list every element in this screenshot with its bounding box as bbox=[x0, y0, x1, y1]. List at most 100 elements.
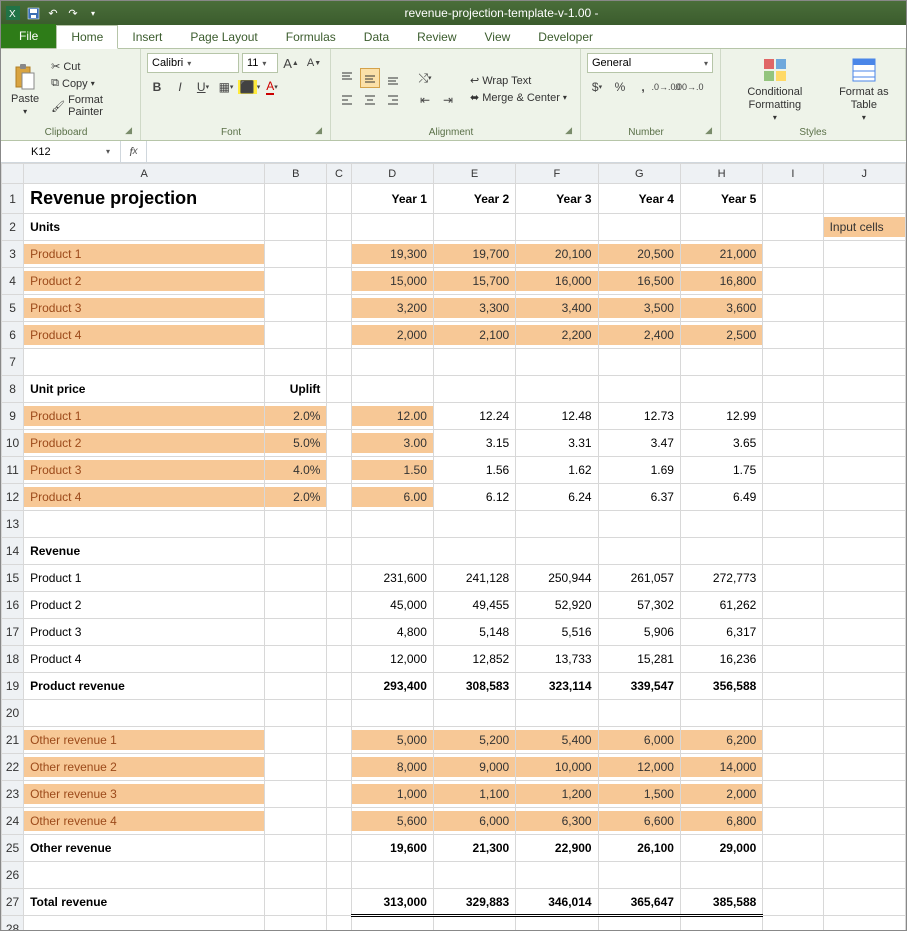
cell[interactable] bbox=[327, 700, 351, 727]
dialog-launcher-icon[interactable]: ◢ bbox=[125, 125, 134, 138]
cell[interactable]: Product 4 bbox=[24, 484, 265, 511]
cell[interactable]: 5,200 bbox=[433, 727, 515, 754]
percent-format-button[interactable]: % bbox=[610, 77, 630, 97]
cell[interactable]: 329,883 bbox=[433, 889, 515, 916]
cell[interactable] bbox=[327, 268, 351, 295]
cell[interactable]: 308,583 bbox=[433, 673, 515, 700]
col-header[interactable]: A bbox=[24, 164, 265, 184]
format-as-table-button[interactable]: Format as Table▾ bbox=[829, 54, 899, 123]
cell[interactable] bbox=[823, 184, 905, 214]
cell[interactable] bbox=[265, 322, 327, 349]
merge-center-button[interactable]: ⬌Merge & Center▾ bbox=[468, 90, 569, 105]
cell[interactable]: 5,148 bbox=[433, 619, 515, 646]
cell[interactable] bbox=[265, 700, 327, 727]
cell[interactable]: 12.24 bbox=[433, 403, 515, 430]
cell[interactable]: 3,300 bbox=[433, 295, 515, 322]
cell[interactable] bbox=[265, 538, 327, 565]
col-header[interactable]: H bbox=[680, 164, 762, 184]
cell[interactable] bbox=[763, 376, 823, 403]
cell[interactable]: 313,000 bbox=[351, 889, 433, 916]
cell[interactable] bbox=[763, 268, 823, 295]
cell[interactable] bbox=[433, 862, 515, 889]
cell[interactable]: 15,000 bbox=[351, 268, 433, 295]
dialog-launcher-icon[interactable]: ◢ bbox=[315, 125, 324, 138]
cell[interactable] bbox=[327, 592, 351, 619]
cell[interactable] bbox=[327, 673, 351, 700]
cell[interactable] bbox=[516, 376, 598, 403]
cell[interactable] bbox=[823, 430, 905, 457]
cell[interactable]: Other revenue 1 bbox=[24, 727, 265, 754]
cell[interactable] bbox=[763, 565, 823, 592]
cell[interactable] bbox=[763, 457, 823, 484]
save-icon[interactable] bbox=[25, 5, 41, 21]
row-header[interactable]: 5 bbox=[2, 295, 24, 322]
cell[interactable] bbox=[351, 862, 433, 889]
cell[interactable]: 3.00 bbox=[351, 430, 433, 457]
cell[interactable] bbox=[265, 781, 327, 808]
cell[interactable] bbox=[327, 754, 351, 781]
cell[interactable] bbox=[265, 619, 327, 646]
cell[interactable]: 6,600 bbox=[598, 808, 680, 835]
cell[interactable] bbox=[327, 889, 351, 916]
cell[interactable] bbox=[598, 916, 680, 931]
cell[interactable]: 346,014 bbox=[516, 889, 598, 916]
cell[interactable] bbox=[24, 700, 265, 727]
col-header[interactable]: I bbox=[763, 164, 823, 184]
cell[interactable] bbox=[763, 295, 823, 322]
cell[interactable]: 21,300 bbox=[433, 835, 515, 862]
cell[interactable]: 1.75 bbox=[680, 457, 762, 484]
cell[interactable]: 12.73 bbox=[598, 403, 680, 430]
row-header[interactable]: 10 bbox=[2, 430, 24, 457]
cell[interactable] bbox=[327, 808, 351, 835]
cell[interactable] bbox=[516, 538, 598, 565]
cell[interactable]: Year 2 bbox=[433, 184, 515, 214]
row-header[interactable]: 12 bbox=[2, 484, 24, 511]
cell[interactable] bbox=[763, 916, 823, 931]
decrease-decimal-button[interactable]: .00→.0 bbox=[679, 77, 699, 97]
cell[interactable] bbox=[823, 835, 905, 862]
align-left-button[interactable] bbox=[337, 90, 357, 110]
cell[interactable] bbox=[265, 646, 327, 673]
cell[interactable]: 6.24 bbox=[516, 484, 598, 511]
cell[interactable] bbox=[823, 727, 905, 754]
cell[interactable] bbox=[823, 673, 905, 700]
cell[interactable]: Product 4 bbox=[24, 322, 265, 349]
cell[interactable]: Product 3 bbox=[24, 295, 265, 322]
cell[interactable] bbox=[433, 376, 515, 403]
cell[interactable] bbox=[327, 322, 351, 349]
cell[interactable] bbox=[823, 700, 905, 727]
cell[interactable]: 57,302 bbox=[598, 592, 680, 619]
increase-indent-button[interactable]: ⇥ bbox=[438, 90, 458, 110]
cell[interactable] bbox=[680, 862, 762, 889]
cell[interactable]: Other revenue 3 bbox=[24, 781, 265, 808]
cell[interactable]: Product 2 bbox=[24, 430, 265, 457]
cell[interactable] bbox=[823, 457, 905, 484]
cell[interactable] bbox=[763, 322, 823, 349]
redo-icon[interactable]: ↷ bbox=[65, 5, 81, 21]
cell[interactable]: 2,500 bbox=[680, 322, 762, 349]
cell[interactable] bbox=[327, 835, 351, 862]
cell[interactable]: Total revenue bbox=[24, 889, 265, 916]
cell[interactable]: 12,000 bbox=[351, 646, 433, 673]
cell[interactable] bbox=[265, 511, 327, 538]
align-top-button[interactable] bbox=[337, 68, 357, 88]
cell[interactable]: 20,500 bbox=[598, 241, 680, 268]
cell[interactable]: Year 1 bbox=[351, 184, 433, 214]
cell[interactable]: 5,000 bbox=[351, 727, 433, 754]
cell[interactable] bbox=[265, 808, 327, 835]
cell[interactable] bbox=[327, 430, 351, 457]
cell[interactable] bbox=[763, 673, 823, 700]
cell[interactable]: 339,547 bbox=[598, 673, 680, 700]
cell[interactable]: 2.0% bbox=[265, 403, 327, 430]
cell[interactable] bbox=[327, 484, 351, 511]
cell[interactable]: 21,000 bbox=[680, 241, 762, 268]
cell[interactable]: Product 3 bbox=[24, 619, 265, 646]
align-bottom-button[interactable] bbox=[383, 68, 403, 88]
cell[interactable]: 3,500 bbox=[598, 295, 680, 322]
cell[interactable]: 1.50 bbox=[351, 457, 433, 484]
row-header[interactable]: 20 bbox=[2, 700, 24, 727]
dialog-launcher-icon[interactable]: ◢ bbox=[565, 125, 574, 138]
cell[interactable] bbox=[516, 700, 598, 727]
cell[interactable]: 2,000 bbox=[351, 322, 433, 349]
qat-more-icon[interactable]: ▾ bbox=[85, 5, 101, 21]
